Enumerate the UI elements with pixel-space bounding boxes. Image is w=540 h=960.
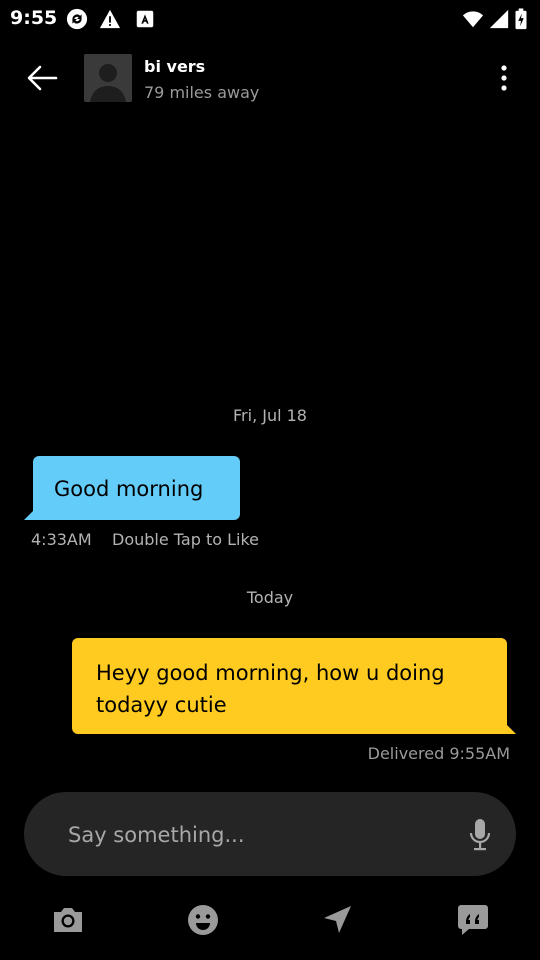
more-vert-icon[interactable] — [492, 60, 516, 96]
date-separator: Fri, Jul 18 — [233, 406, 307, 425]
battery-icon — [515, 8, 527, 30]
profile-name[interactable]: bi vers — [144, 57, 205, 76]
wifi-icon — [462, 11, 484, 28]
emoji-icon[interactable] — [185, 902, 221, 938]
back-arrow-icon[interactable] — [22, 60, 62, 96]
message-composer — [24, 792, 516, 878]
message-input[interactable] — [66, 792, 450, 878]
status-time: 9:55 — [10, 7, 58, 29]
signal-icon — [489, 9, 509, 29]
date-separator: Today — [246, 588, 294, 607]
message-text: Heyy good morning, how u doing todayy cu… — [96, 661, 445, 717]
incoming-message-bubble[interactable]: Good morning — [33, 456, 240, 520]
avatar-silhouette-icon — [84, 54, 132, 102]
a-badge-icon — [136, 10, 154, 28]
saved-phrases-icon[interactable] — [455, 902, 491, 938]
microphone-icon[interactable] — [468, 818, 492, 852]
chat-header: bi vers 79 miles away — [0, 38, 540, 118]
warning-icon — [99, 9, 121, 29]
double-tap-hint: Double Tap to Like — [112, 530, 259, 549]
profile-distance: 79 miles away — [144, 83, 260, 102]
message-time: 4:33AM — [31, 530, 92, 549]
sync-icon — [66, 8, 88, 30]
camera-icon[interactable] — [50, 902, 86, 938]
delivery-status: Delivered 9:55AM — [367, 744, 510, 763]
bottom-toolbar — [0, 890, 540, 950]
status-bar: 9:55 — [0, 0, 540, 38]
location-arrow-icon[interactable] — [319, 902, 355, 938]
avatar[interactable] — [84, 54, 132, 102]
message-text: Good morning — [54, 477, 204, 501]
outgoing-message-bubble[interactable]: Heyy good morning, how u doing todayy cu… — [72, 638, 507, 734]
